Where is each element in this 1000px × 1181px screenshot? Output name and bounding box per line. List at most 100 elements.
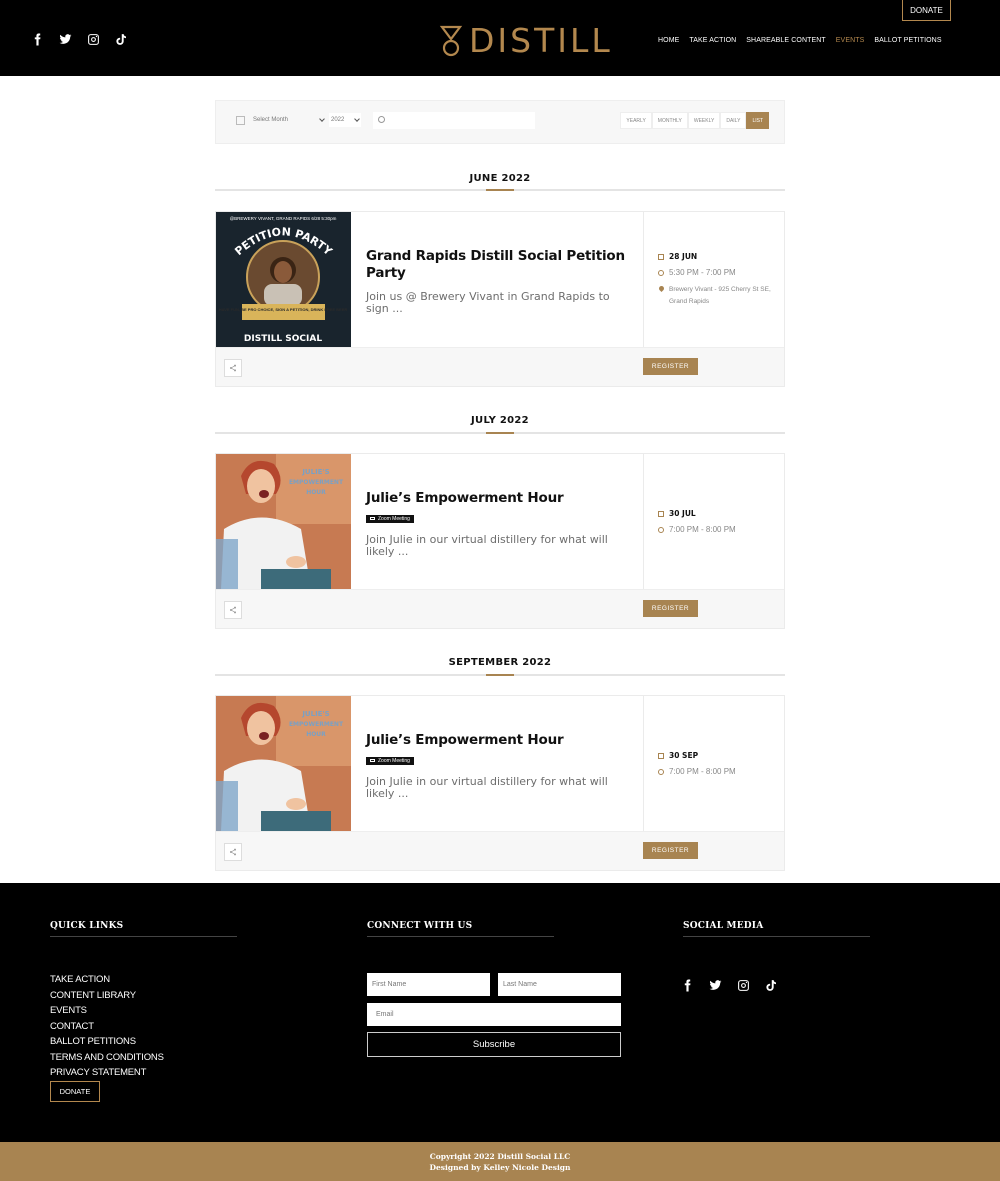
share-icon: [230, 606, 236, 614]
footer-divider: [50, 936, 237, 937]
month-divider-accent: [486, 432, 514, 434]
location-pin-icon: [657, 284, 666, 293]
calendar-icon: [658, 511, 664, 517]
year-select[interactable]: 2022: [329, 113, 361, 127]
poster-line-1: JULIE'S: [301, 710, 329, 718]
footer-link-ballot-petitions[interactable]: BALLOT PETITIONS: [50, 1034, 164, 1050]
header-social-links: [30, 31, 128, 47]
last-name-field[interactable]: Last Name: [498, 973, 621, 996]
zoom-meeting-label: Zoom Meeting: [378, 515, 410, 522]
calendar-icon: [236, 116, 245, 125]
clock-icon: [658, 527, 664, 533]
event-meta: 28 JUN 5:30 PM - 7:00 PM Brewery Vivant …: [643, 212, 785, 347]
twitter-icon[interactable]: [708, 977, 722, 993]
event-poster-image[interactable]: JULIE'S EMPOWERMENT HOUR: [216, 696, 351, 831]
quick-links-list: TAKE ACTION CONTENT LIBRARY EVENTS CONTA…: [50, 972, 164, 1081]
email-field[interactable]: Email: [367, 1003, 621, 1026]
first-name-field[interactable]: First Name: [367, 973, 490, 996]
event-description: Join Julie in our virtual distillery for…: [366, 533, 608, 558]
events-filter-bar: Select Month 2022 YEARLY MONTHLY WEEKLY …: [215, 100, 785, 144]
distill-logo-icon: [439, 25, 463, 57]
footer-link-privacy[interactable]: PRIVACY STATEMENT: [50, 1065, 164, 1081]
month-heading: SEPTEMBER 2022: [448, 657, 552, 668]
event-title[interactable]: Julie’s Empowerment Hour: [366, 732, 628, 749]
nav-take-action[interactable]: TAKE ACTION: [689, 37, 736, 44]
nav-shareable-content[interactable]: SHAREABLE CONTENT: [746, 37, 826, 44]
view-yearly[interactable]: YEARLY: [620, 112, 652, 129]
month-divider-accent: [486, 674, 514, 676]
copyright-text: Copyright 2022 Distill Social LLC: [429, 1152, 571, 1161]
facebook-icon[interactable]: [30, 31, 44, 47]
tiktok-icon[interactable]: [764, 977, 778, 993]
footer-link-events[interactable]: EVENTS: [50, 1003, 164, 1019]
poster-line-2: EMPOWERMENT: [289, 721, 344, 728]
share-button[interactable]: [224, 359, 242, 377]
social-media-heading: SOCIAL MEDIA: [683, 921, 764, 931]
footer-donate-button[interactable]: DONATE: [50, 1081, 100, 1102]
share-icon: [230, 364, 236, 372]
event-footer: REGISTER: [216, 347, 784, 386]
event-poster-image[interactable]: JULIE'S EMPOWERMENT HOUR: [216, 454, 351, 589]
footer-link-take-action[interactable]: TAKE ACTION: [50, 972, 164, 988]
view-switcher: YEARLY MONTHLY WEEKLY DAILY LIST: [620, 112, 769, 129]
zoom-meeting-label: Zoom Meeting: [378, 757, 410, 764]
event-title[interactable]: Grand Rapids Distill Social Petition Par…: [366, 248, 628, 282]
zoom-meeting-badge: Zoom Meeting: [366, 756, 414, 765]
share-button[interactable]: [224, 601, 242, 619]
nav-ballot-petitions[interactable]: BALLOT PETITIONS: [874, 37, 941, 44]
calendar-icon: [658, 254, 664, 260]
event-meta: 30 SEP 7:00 PM - 8:00 PM: [643, 696, 785, 831]
clock-icon: [658, 270, 664, 276]
event-time: 7:00 PM - 8:00 PM: [669, 767, 736, 776]
event-location: Brewery Vivant - 925 Cherry St SE, Grand…: [669, 286, 771, 305]
connect-heading: CONNECT WITH US: [367, 921, 473, 931]
designer-credit[interactable]: Designed by Kelley Nicole Design: [0, 1162, 1000, 1173]
share-button[interactable]: [224, 843, 242, 861]
footer-link-terms[interactable]: TERMS AND CONDITIONS: [50, 1050, 164, 1066]
view-list[interactable]: LIST: [746, 112, 769, 129]
footer-link-contact[interactable]: CONTACT: [50, 1019, 164, 1035]
poster-top-line: @BREWERY VIVANT, GRAND RAPIDS 6/28 5:30p…: [230, 216, 337, 221]
twitter-icon[interactable]: [58, 31, 72, 47]
site-header: DISTILL DONATE HOME TAKE ACTION SHAREABL…: [0, 0, 1000, 76]
footer-social-links: [680, 977, 778, 993]
subscribe-button[interactable]: Subscribe: [367, 1032, 621, 1057]
event-poster-image[interactable]: @BREWERY VIVANT, GRAND RAPIDS 6/28 5:30p…: [216, 212, 351, 347]
event-date: 28 JUN: [669, 252, 698, 261]
facebook-icon[interactable]: [680, 977, 694, 993]
event-description: Join us @ Brewery Vivant in Grand Rapids…: [366, 290, 610, 315]
view-monthly[interactable]: MONTHLY: [651, 112, 688, 129]
view-weekly[interactable]: WEEKLY: [687, 112, 721, 129]
search-input[interactable]: [373, 112, 535, 129]
main-nav: HOME TAKE ACTION SHAREABLE CONTENT EVENT…: [658, 37, 942, 44]
register-button[interactable]: REGISTER: [643, 600, 698, 617]
instagram-icon[interactable]: [736, 977, 750, 993]
poster-line-1: JULIE'S: [301, 468, 329, 476]
nav-home[interactable]: HOME: [658, 37, 679, 44]
site-logo[interactable]: DISTILL: [439, 24, 613, 58]
event-body: Julie’s Empowerment Hour Zoom Meeting Jo…: [351, 696, 643, 831]
poster-brand: DISTILL SOCIAL: [244, 334, 322, 344]
month-select[interactable]: Select Month: [251, 113, 326, 127]
footer-divider: [367, 936, 554, 937]
event-description: Join Julie in our virtual distillery for…: [366, 775, 608, 800]
view-daily[interactable]: DAILY: [720, 112, 747, 129]
month-heading: JULY 2022: [471, 415, 529, 426]
event-title[interactable]: Julie’s Empowerment Hour: [366, 490, 628, 507]
tiktok-icon[interactable]: [114, 31, 128, 47]
search-icon: [378, 116, 385, 123]
month-divider-accent: [486, 189, 514, 191]
event-body: Grand Rapids Distill Social Petition Par…: [351, 212, 643, 347]
footer-link-content-library[interactable]: CONTENT LIBRARY: [50, 988, 164, 1004]
video-camera-icon: [370, 517, 375, 520]
poster-line-3: HOUR: [306, 489, 326, 496]
nav-events[interactable]: EVENTS: [836, 37, 865, 44]
event-time: 7:00 PM - 8:00 PM: [669, 525, 736, 534]
quick-links-heading: QUICK LINKS: [50, 921, 124, 931]
event-card: @BREWERY VIVANT, GRAND RAPIDS 6/28 5:30p…: [215, 211, 785, 387]
register-button[interactable]: REGISTER: [643, 358, 698, 375]
donate-button[interactable]: DONATE: [902, 0, 951, 21]
footer-divider: [683, 936, 870, 937]
instagram-icon[interactable]: [86, 31, 100, 47]
register-button[interactable]: REGISTER: [643, 842, 698, 859]
